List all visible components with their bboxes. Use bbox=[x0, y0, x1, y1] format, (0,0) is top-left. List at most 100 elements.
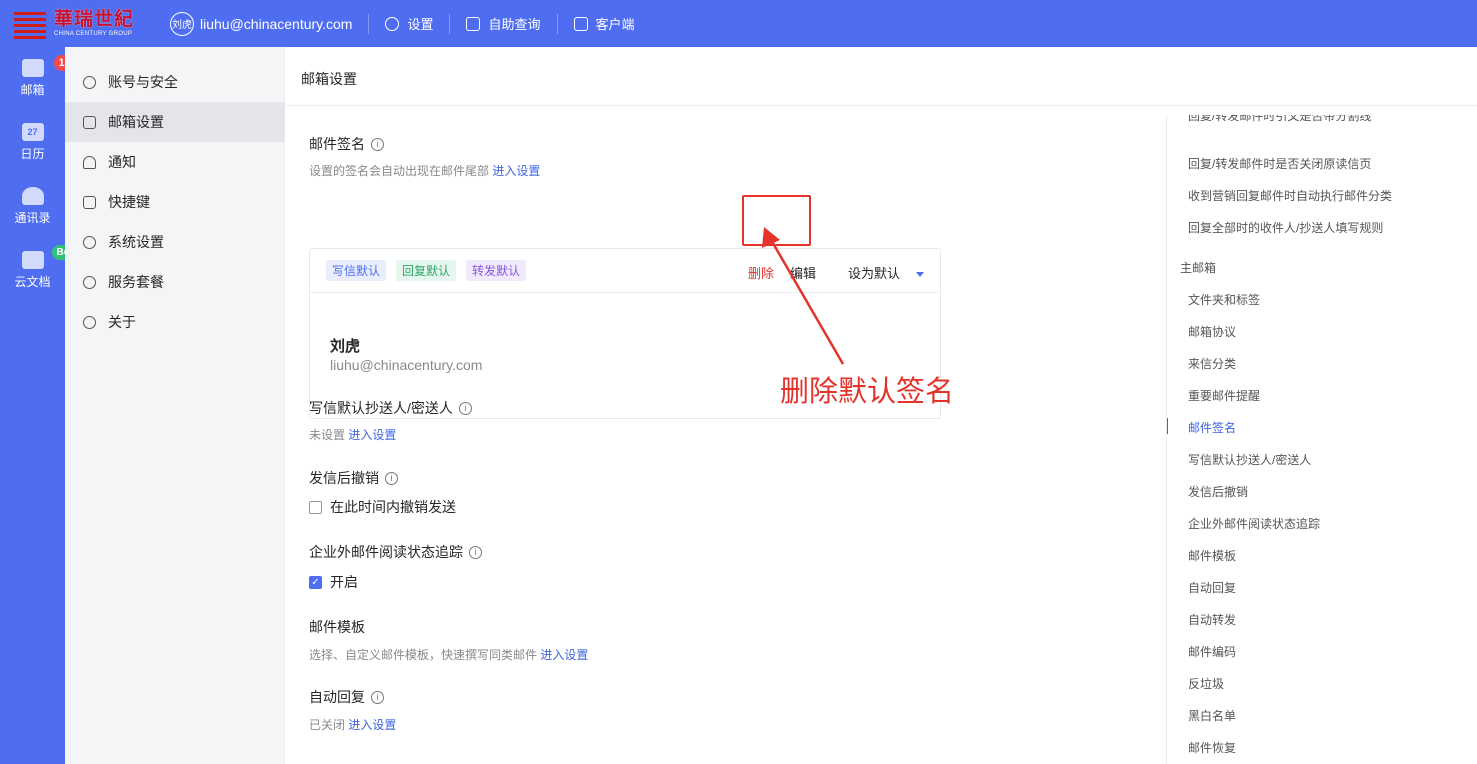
signature-settings-link[interactable]: 进入设置 bbox=[492, 164, 540, 178]
desc-text: 未设置 bbox=[309, 428, 346, 442]
sidebar-item-label: 系统设置 bbox=[108, 234, 164, 250]
info-icon[interactable]: i bbox=[458, 401, 472, 415]
checkbox-checked-icon[interactable]: ✓ bbox=[309, 575, 322, 589]
gear-icon bbox=[83, 235, 96, 249]
sidebar-item-label: 邮箱设置 bbox=[108, 114, 164, 130]
topnav-client[interactable]: 客户端 bbox=[558, 14, 651, 34]
section-title: 企业外邮件阅读状态追踪 bbox=[309, 544, 463, 560]
query-icon bbox=[466, 16, 481, 31]
sidebar-item-about[interactable]: 关于 bbox=[65, 302, 285, 342]
tag-compose-default: 写信默认 bbox=[326, 260, 387, 281]
brand-logo[interactable]: 華瑞世紀 CHINA CENTURY GROUP bbox=[14, 7, 156, 41]
toc-item[interactable]: 企业外邮件阅读状态追踪 bbox=[1188, 515, 1320, 532]
section-autoreply: 自动回复 i bbox=[309, 687, 384, 707]
app-docs[interactable]: Beta 云文档 bbox=[0, 245, 84, 290]
sidebar-item-mail-settings[interactable]: 邮箱设置 bbox=[65, 102, 285, 142]
sidebar-item-shortcuts[interactable]: 快捷键 bbox=[65, 182, 285, 222]
app-contacts-label: 通讯录 bbox=[14, 211, 51, 225]
toc-item[interactable]: 邮箱协议 bbox=[1188, 323, 1236, 340]
page-title: 邮箱设置 bbox=[286, 47, 1477, 106]
toc-item[interactable]: 回复/转发邮件时是否关闭原读信页 bbox=[1188, 155, 1371, 172]
section-title: 邮件模板 bbox=[309, 619, 365, 635]
app-calendar[interactable]: 27 日历 bbox=[0, 123, 65, 162]
set-default-label: 设为默认 bbox=[847, 266, 900, 281]
app-sidebar: 129 邮箱 27 日历 通讯录 Beta 云文档 bbox=[0, 47, 84, 764]
annotation-label: 删除默认签名 bbox=[780, 376, 955, 408]
toc-item-active[interactable]: 邮件签名 bbox=[1188, 419, 1236, 436]
tracking-checkbox[interactable]: ✓ 开启 bbox=[309, 572, 358, 592]
info-icon[interactable]: i bbox=[469, 545, 482, 559]
toc-item[interactable]: 写信默认抄送人/密送人 bbox=[1188, 451, 1311, 468]
toc-active-indicator bbox=[1167, 418, 1168, 434]
sidebar-item-label: 关于 bbox=[108, 314, 136, 330]
topnav-label: 客户端 bbox=[595, 17, 635, 32]
autoreply-settings-link[interactable]: 进入设置 bbox=[348, 718, 396, 732]
section-title: 写信默认抄送人/密送人 bbox=[309, 400, 453, 416]
info-icon[interactable]: i bbox=[371, 137, 384, 151]
checkbox-label: 在此时间内撤销发送 bbox=[330, 499, 456, 515]
toc-item[interactable]: 自动转发 bbox=[1188, 611, 1236, 628]
cc-settings-link[interactable]: 进入设置 bbox=[348, 428, 396, 442]
chevron-down-icon bbox=[916, 272, 924, 278]
toc-item[interactable]: 重要邮件提醒 bbox=[1188, 387, 1260, 404]
topnav-label: 自助查询 bbox=[488, 17, 541, 32]
toc-item[interactable]: 来信分类 bbox=[1188, 355, 1236, 372]
sidebar-item-system[interactable]: 系统设置 bbox=[65, 222, 285, 262]
toc-item[interactable]: 自动回复 bbox=[1188, 579, 1236, 596]
annotation-highlight-box bbox=[742, 195, 811, 246]
topnav-settings[interactable]: 设置 bbox=[369, 13, 451, 34]
avatar[interactable]: 刘虎 bbox=[170, 11, 194, 36]
info-icon bbox=[83, 315, 96, 329]
signature-name: 刘虎 bbox=[330, 338, 361, 355]
checkbox-icon[interactable] bbox=[309, 500, 322, 514]
toc-item[interactable]: 收到营销回复邮件时自动执行邮件分类 bbox=[1188, 187, 1392, 204]
toc-item[interactable]: 邮件模板 bbox=[1188, 547, 1236, 564]
desc-text: 已关闭 bbox=[309, 718, 346, 732]
sidebar-item-package[interactable]: 服务套餐 bbox=[65, 262, 285, 302]
top-bar: 華瑞世紀 CHINA CENTURY GROUP 刘虎 liuhu@chinac… bbox=[0, 0, 1477, 47]
sidebar-item-notification[interactable]: 通知 bbox=[65, 142, 285, 182]
signature-actions: 删除 编辑 设为默认 bbox=[732, 263, 924, 282]
toc-item[interactable]: 邮件编码 bbox=[1188, 643, 1236, 660]
edit-button[interactable]: 编辑 bbox=[790, 263, 816, 282]
sidebar-item-label: 账号与安全 bbox=[108, 74, 178, 90]
info-icon[interactable]: i bbox=[385, 471, 398, 485]
app-contacts[interactable]: 通讯录 bbox=[0, 187, 65, 226]
template-desc: 选择、自定义邮件模板，快速撰写同类邮件 进入设置 bbox=[309, 646, 588, 663]
toc-item[interactable]: 文件夹和标签 bbox=[1188, 291, 1260, 308]
keyboard-icon bbox=[83, 195, 96, 209]
sidebar-item-account[interactable]: 账号与安全 bbox=[65, 62, 285, 102]
delete-button[interactable]: 删除 bbox=[748, 263, 774, 282]
section-cc: 写信默认抄送人/密送人 i bbox=[309, 398, 472, 418]
tag-forward-default: 转发默认 bbox=[466, 260, 527, 281]
user-account[interactable]: 刘虎 liuhu@chinacentury.com bbox=[170, 11, 370, 36]
toc-item[interactable]: 反垃圾 bbox=[1188, 675, 1224, 692]
signature-card-header: 写信默认 回复默认 转发默认 删除 编辑 设为默认 bbox=[310, 249, 940, 293]
calendar-icon: 27 bbox=[21, 123, 44, 141]
settings-toc: 回复/转发邮件时引文是否带分割线 回复/转发邮件时是否关闭原读信页 收到营销回复… bbox=[1166, 115, 1477, 764]
toc-item[interactable]: 回复/转发邮件时引文是否带分割线 bbox=[1188, 115, 1371, 124]
section-title: 自动回复 bbox=[309, 689, 365, 705]
user-email: liuhu@chinacentury.com bbox=[200, 15, 353, 32]
toc-item[interactable]: 发信后撤销 bbox=[1188, 483, 1248, 500]
sidebar-item-label: 快捷键 bbox=[108, 194, 150, 210]
topnav-self-query[interactable]: 自助查询 bbox=[450, 13, 558, 34]
app-mail-label: 邮箱 bbox=[20, 83, 45, 97]
recall-checkbox[interactable]: 在此时间内撤销发送 bbox=[309, 497, 456, 517]
info-icon[interactable]: i bbox=[371, 690, 384, 704]
settings-nav: 账号与安全 邮箱设置 通知 快捷键 系统设置 服务套餐 关于 bbox=[65, 47, 285, 764]
section-template: 邮件模板 bbox=[309, 617, 365, 637]
topnav-label: 设置 bbox=[407, 17, 434, 32]
app-calendar-label: 日历 bbox=[20, 147, 45, 161]
toc-item[interactable]: 黑白名单 bbox=[1188, 707, 1236, 724]
set-default-dropdown[interactable]: 设为默认 bbox=[832, 263, 924, 282]
toc-group-main-mailbox: 主邮箱 bbox=[1180, 261, 1217, 275]
template-settings-link[interactable]: 进入设置 bbox=[540, 648, 588, 662]
bell-icon bbox=[83, 155, 96, 169]
folder-icon: Beta bbox=[21, 245, 84, 269]
toc-item[interactable]: 回复全部时的收件人/抄送人填写规则 bbox=[1188, 219, 1383, 236]
toc-item[interactable]: 邮件恢复 bbox=[1188, 739, 1236, 756]
tag-reply-default: 回复默认 bbox=[396, 260, 457, 281]
contacts-icon bbox=[21, 187, 44, 205]
app-mail[interactable]: 129 邮箱 bbox=[0, 55, 82, 98]
